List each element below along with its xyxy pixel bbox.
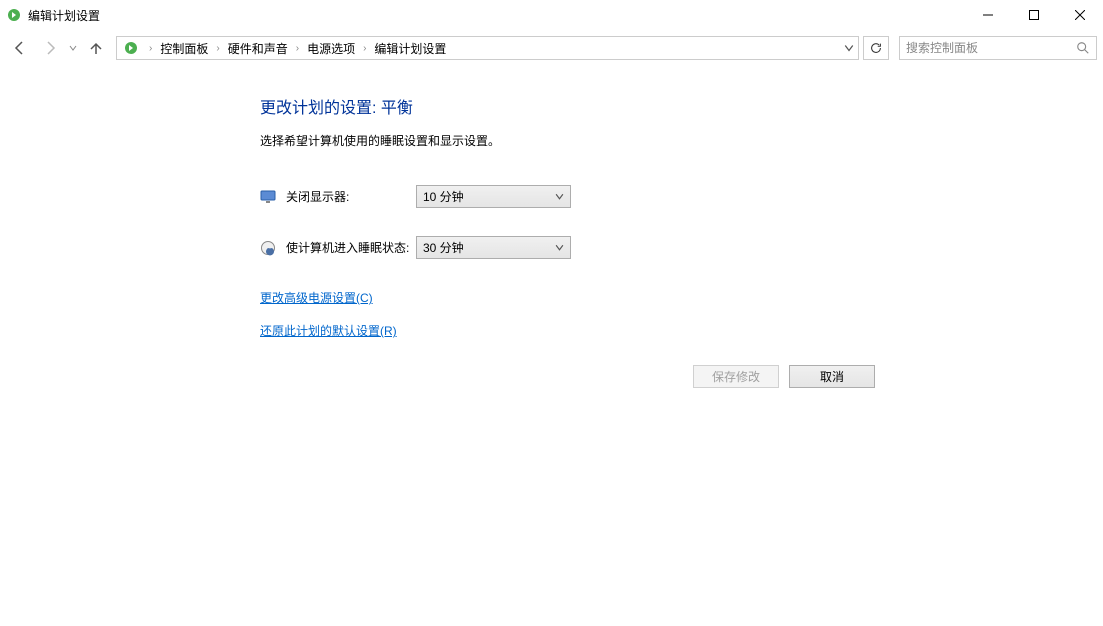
restore-defaults-link[interactable]: 还原此计划的默认设置(R) bbox=[260, 322, 1103, 339]
chevron-right-icon: › bbox=[216, 43, 219, 54]
setting-label: 使计算机进入睡眠状态: bbox=[286, 239, 416, 256]
chevron-right-icon: › bbox=[296, 43, 299, 54]
display-off-select[interactable]: 10 分钟 bbox=[416, 185, 571, 208]
sleep-icon bbox=[260, 240, 276, 256]
up-button[interactable] bbox=[82, 34, 110, 62]
chevron-right-icon: › bbox=[363, 43, 366, 54]
app-icon bbox=[6, 7, 22, 23]
breadcrumb-item[interactable]: 控制面板 bbox=[158, 38, 210, 59]
page-description: 选择希望计算机使用的睡眠设置和显示设置。 bbox=[260, 132, 1103, 149]
power-plan-icon bbox=[123, 40, 139, 56]
save-button: 保存修改 bbox=[693, 365, 779, 388]
maximize-button[interactable] bbox=[1011, 0, 1057, 30]
setting-display-off: 关闭显示器: 10 分钟 bbox=[260, 185, 1103, 208]
setting-label: 关闭显示器: bbox=[286, 188, 416, 205]
chevron-down-icon[interactable] bbox=[844, 43, 854, 53]
search-input[interactable] bbox=[899, 36, 1097, 60]
forward-button[interactable] bbox=[36, 34, 64, 62]
minimize-button[interactable] bbox=[965, 0, 1011, 30]
close-button[interactable] bbox=[1057, 0, 1103, 30]
search-field[interactable] bbox=[906, 41, 1076, 55]
breadcrumb-item[interactable]: 电源选项 bbox=[305, 38, 357, 59]
window-controls bbox=[965, 0, 1103, 30]
chevron-down-icon bbox=[555, 190, 564, 204]
advanced-settings-link[interactable]: 更改高级电源设置(C) bbox=[260, 289, 1103, 306]
recent-dropdown[interactable] bbox=[66, 34, 80, 62]
search-icon bbox=[1076, 41, 1090, 55]
address-bar[interactable]: › 控制面板 › 硬件和声音 › 电源选项 › 编辑计划设置 bbox=[116, 36, 859, 60]
select-value: 10 分钟 bbox=[423, 188, 464, 205]
titlebar: 编辑计划设置 bbox=[0, 0, 1103, 30]
sleep-select[interactable]: 30 分钟 bbox=[416, 236, 571, 259]
breadcrumb-item[interactable]: 硬件和声音 bbox=[226, 38, 290, 59]
breadcrumb-item[interactable]: 编辑计划设置 bbox=[372, 38, 448, 59]
refresh-button[interactable] bbox=[863, 36, 889, 60]
back-button[interactable] bbox=[6, 34, 34, 62]
page-title: 更改计划的设置: 平衡 bbox=[260, 94, 1103, 118]
window-title: 编辑计划设置 bbox=[28, 7, 100, 24]
setting-sleep: 使计算机进入睡眠状态: 30 分钟 bbox=[260, 236, 1103, 259]
links-section: 更改高级电源设置(C) 还原此计划的默认设置(R) bbox=[260, 289, 1103, 339]
cancel-button[interactable]: 取消 bbox=[789, 365, 875, 388]
content-area: 更改计划的设置: 平衡 选择希望计算机使用的睡眠设置和显示设置。 关闭显示器: … bbox=[0, 66, 1103, 388]
select-value: 30 分钟 bbox=[423, 239, 464, 256]
monitor-icon bbox=[260, 189, 276, 205]
chevron-down-icon bbox=[555, 241, 564, 255]
chevron-right-icon: › bbox=[149, 43, 152, 54]
navbar: › 控制面板 › 硬件和声音 › 电源选项 › 编辑计划设置 bbox=[0, 30, 1103, 66]
button-row: 保存修改 取消 bbox=[260, 365, 875, 388]
